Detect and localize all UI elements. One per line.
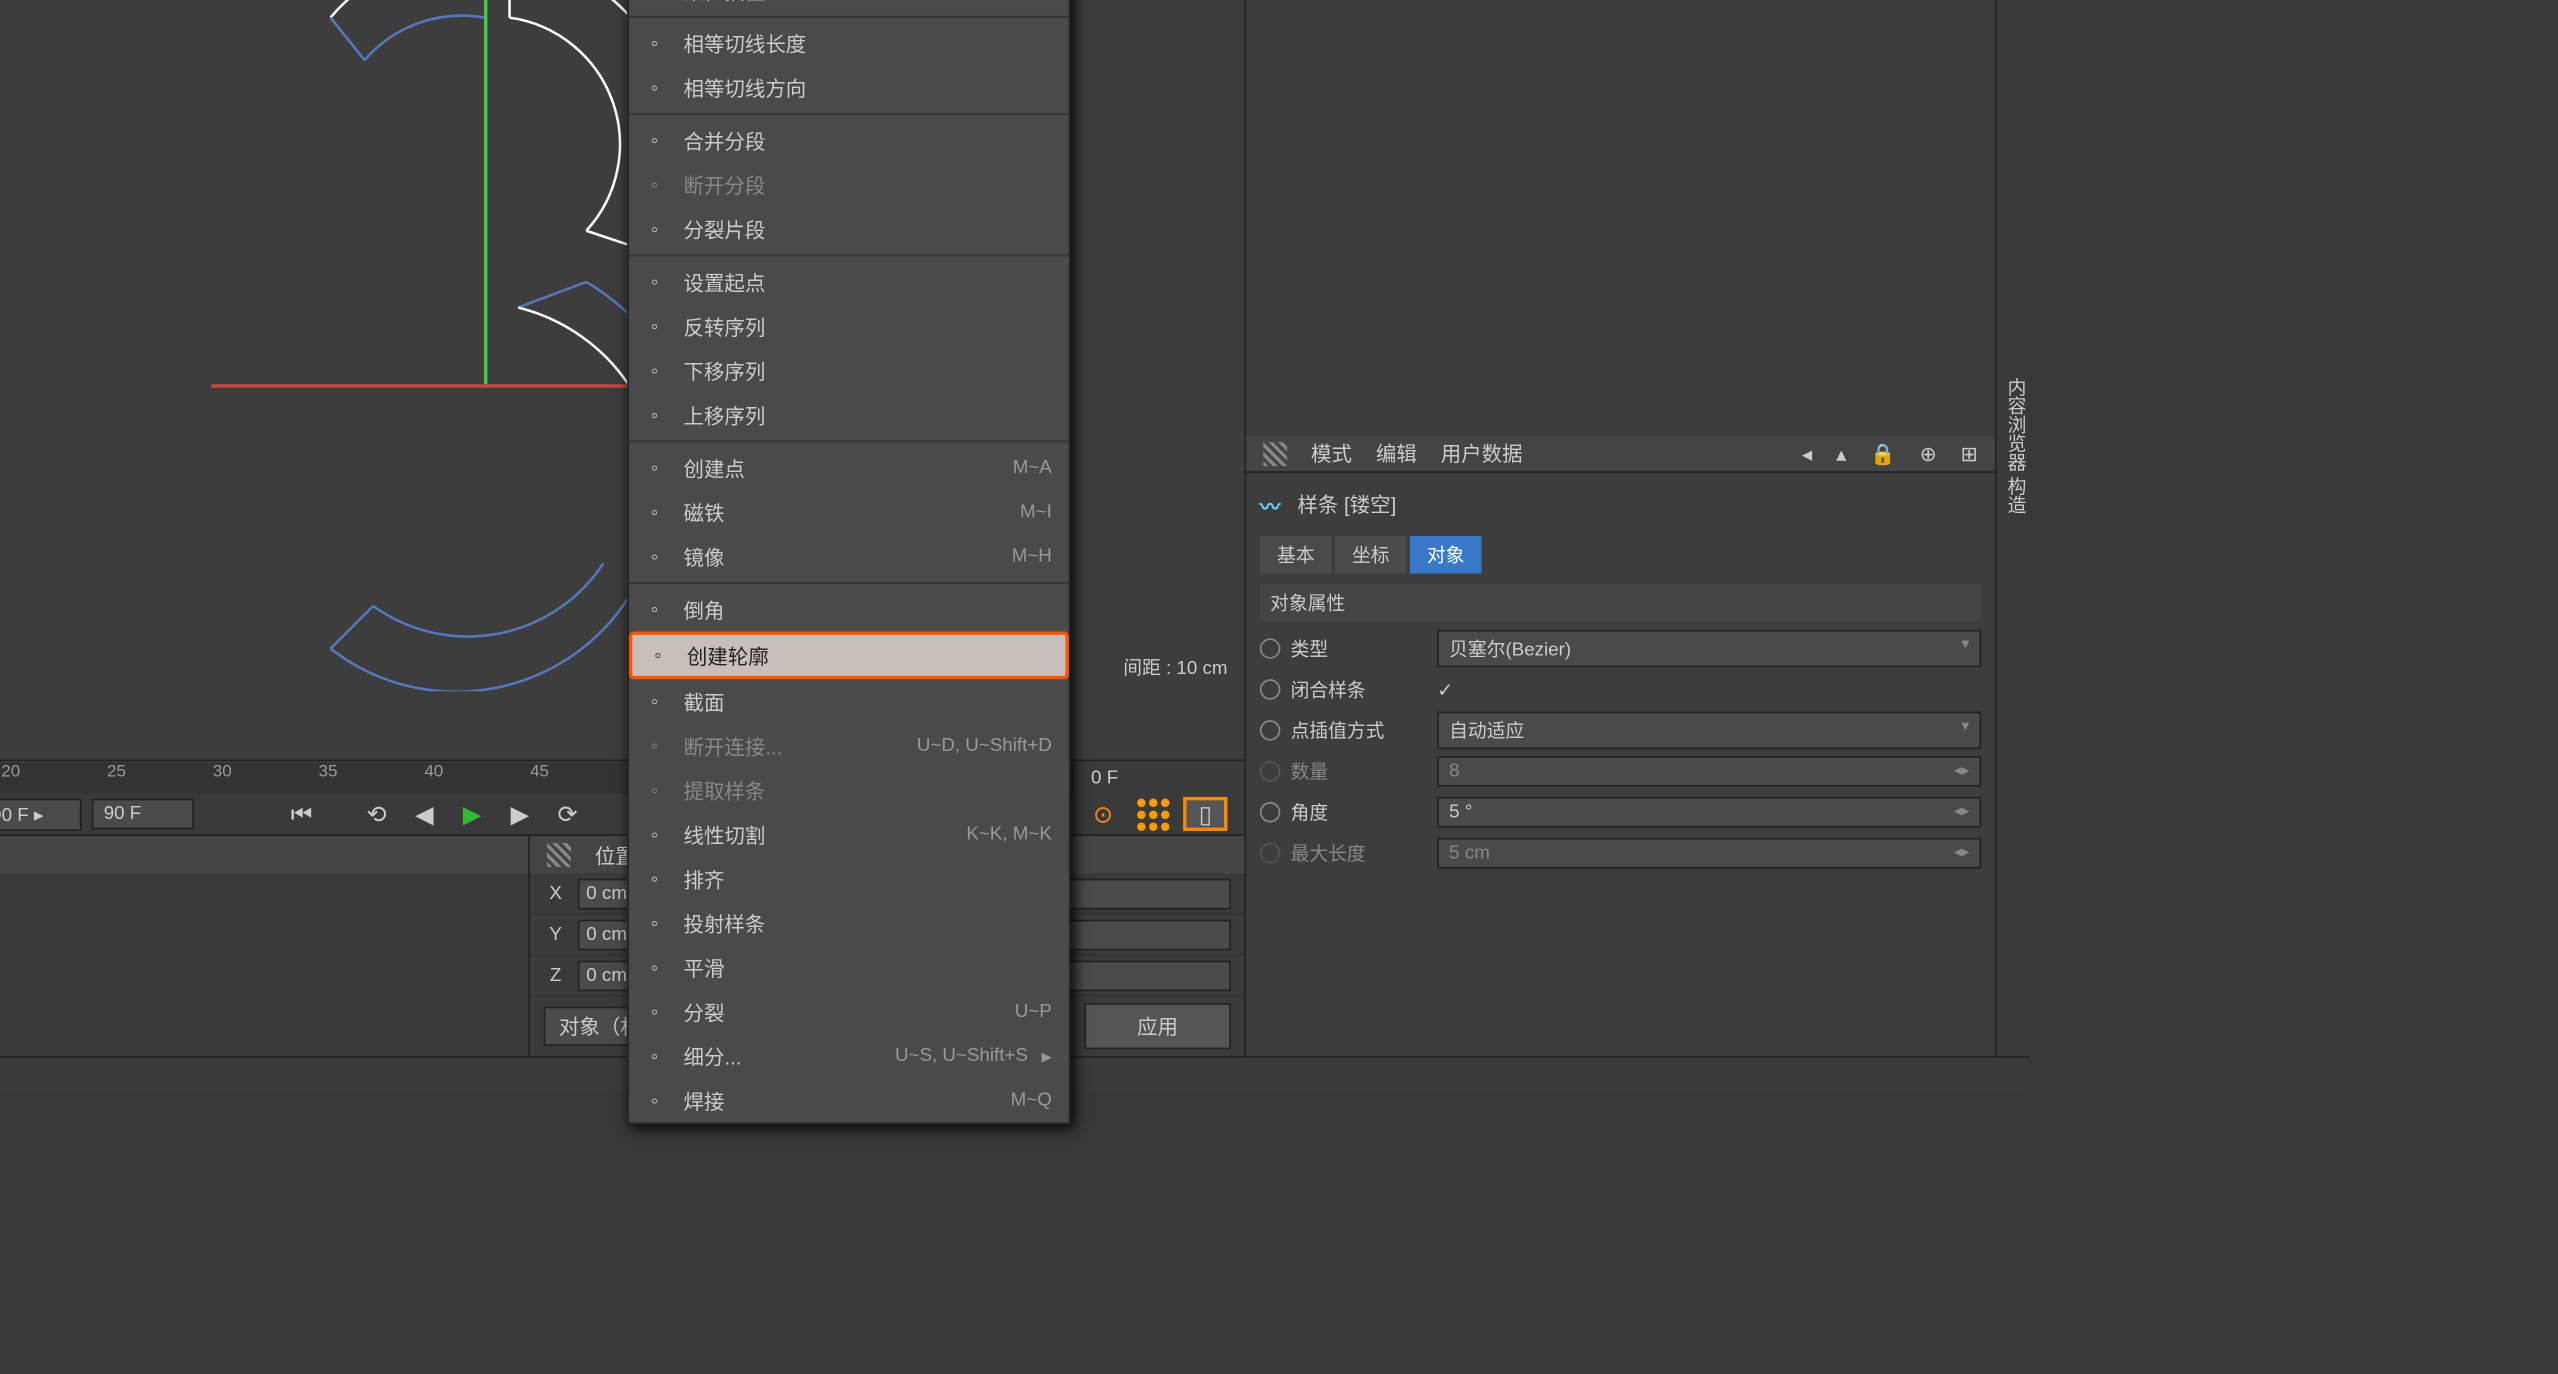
ctx-item[interactable]: ◦上移序列: [629, 393, 1069, 437]
tab-basic[interactable]: 基本: [1260, 536, 1332, 574]
next-frame[interactable]: ▶: [501, 797, 539, 831]
object-tree[interactable]: 〰 中间部分 ✕ 〰 镂空 ✓: [1246, 0, 1995, 435]
section-header: 对象属性: [1260, 584, 1981, 622]
ctx-item[interactable]: ◦截面: [629, 679, 1069, 723]
next-key[interactable]: ⟳: [549, 797, 587, 831]
animation-mode[interactable]: ▯: [1183, 797, 1227, 831]
attr-title: 样条 [镂空]: [1297, 490, 1396, 519]
ctx-item[interactable]: ◦分裂片段: [629, 207, 1069, 251]
attr-lock-icon[interactable]: 🔒: [1870, 441, 1895, 465]
ctx-item[interactable]: ◦下移序列: [629, 348, 1069, 392]
interp-select[interactable]: 自动适应▾: [1437, 712, 1981, 750]
prev-key[interactable]: ⟲: [358, 797, 396, 831]
total-frames[interactable]: 90 F: [92, 799, 194, 830]
attr-menu-mode[interactable]: 模式: [1311, 439, 1352, 468]
attr-new-icon[interactable]: ⊕: [1920, 441, 1937, 465]
attr-nav-back[interactable]: ◂: [1802, 441, 1812, 465]
attr-tabs: 基本 坐标 对象: [1260, 536, 1981, 574]
ctx-item[interactable]: ◦倒角: [629, 587, 1069, 631]
tool-hint: 间距 : 10 cm: [1123, 654, 1227, 681]
pos-icon: [547, 843, 571, 867]
ctx-item[interactable]: ◦相等切线方向: [629, 65, 1069, 109]
attr-nav-up[interactable]: ▴: [1836, 441, 1846, 465]
maxlen-input: 5 cm◂▸: [1437, 838, 1981, 869]
attr-expand-icon[interactable]: ⊞: [1961, 441, 1978, 465]
ctx-item[interactable]: ◦线性切割K~K, M~K: [629, 812, 1069, 856]
ctx-item[interactable]: ◦分裂U~P: [629, 990, 1069, 1034]
tab-coord[interactable]: 坐标: [1335, 536, 1407, 574]
timeline-end-field[interactable]: 0 F: [1091, 768, 1227, 788]
right-tab-bar[interactable]: 内容浏览器 构造: [1995, 0, 2029, 1056]
apply-button[interactable]: 应用: [1084, 1003, 1231, 1049]
ctx-item[interactable]: ◦投射样条: [629, 901, 1069, 945]
attribute-panel: 〰 样条 [镂空] 基本 坐标 对象 对象属性 类型贝塞尔(Bezier)▾ 闭…: [1246, 473, 1995, 1056]
angle-input[interactable]: 5 °◂▸: [1437, 797, 1981, 828]
play-button[interactable]: ▶: [453, 797, 491, 831]
attr-menu-userdata[interactable]: 用户数据: [1441, 439, 1523, 468]
autokey-button[interactable]: ⊙: [1084, 797, 1122, 831]
context-menu: ◦撤销(动作)Shift+Z◦框显选取元素Alt+S, S◦刚性插值◦柔性插值◦…: [627, 0, 1070, 1124]
count-input: 8◂▸: [1437, 756, 1981, 787]
ctx-item[interactable]: ◦合并分段: [629, 118, 1069, 162]
ctx-item[interactable]: ◦设置起点: [629, 260, 1069, 304]
spline-object[interactable]: [211, 0, 688, 696]
key-options[interactable]: [1132, 797, 1173, 831]
ctx-item[interactable]: ◦柔性插值: [629, 0, 1069, 12]
goto-start[interactable]: ⏮: [283, 797, 321, 831]
tab-object[interactable]: 对象: [1410, 536, 1482, 574]
spline-icon: 〰: [1260, 491, 1287, 518]
ctx-item[interactable]: ◦相等切线长度: [629, 21, 1069, 65]
ctx-item[interactable]: ◦平滑: [629, 945, 1069, 989]
ctx-item[interactable]: ◦焊接M~Q: [629, 1078, 1069, 1122]
ctx-item[interactable]: ◦细分...U~S, U~Shift+S▸: [629, 1034, 1069, 1078]
prev-frame[interactable]: ◀: [406, 797, 444, 831]
ctx-item[interactable]: ◦创建点M~A: [629, 446, 1069, 490]
ctx-item[interactable]: ◦磁铁M~I: [629, 490, 1069, 534]
ctx-item[interactable]: ◦镜像M~H: [629, 534, 1069, 578]
ctx-item[interactable]: ◦创建轮廓: [629, 632, 1069, 680]
type-select[interactable]: 贝塞尔(Bezier)▾: [1437, 630, 1981, 668]
range-end[interactable]: 90 F ▸: [0, 798, 82, 830]
attr-menu-edit[interactable]: 编辑: [1376, 439, 1417, 468]
close-spline-check[interactable]: [1437, 678, 1453, 700]
ctx-item[interactable]: ◦提取样条: [629, 768, 1069, 812]
ctx-item[interactable]: ◦断开连接...U~D, U~Shift+D: [629, 724, 1069, 768]
ctx-item[interactable]: ◦反转序列: [629, 304, 1069, 348]
attr-menubar: 模式 编辑 用户数据 ◂ ▴ 🔒 ⊕ ⊞: [1246, 435, 1995, 473]
ctx-item[interactable]: ◦排齐: [629, 857, 1069, 901]
ctx-item[interactable]: ◦断开分段: [629, 163, 1069, 207]
